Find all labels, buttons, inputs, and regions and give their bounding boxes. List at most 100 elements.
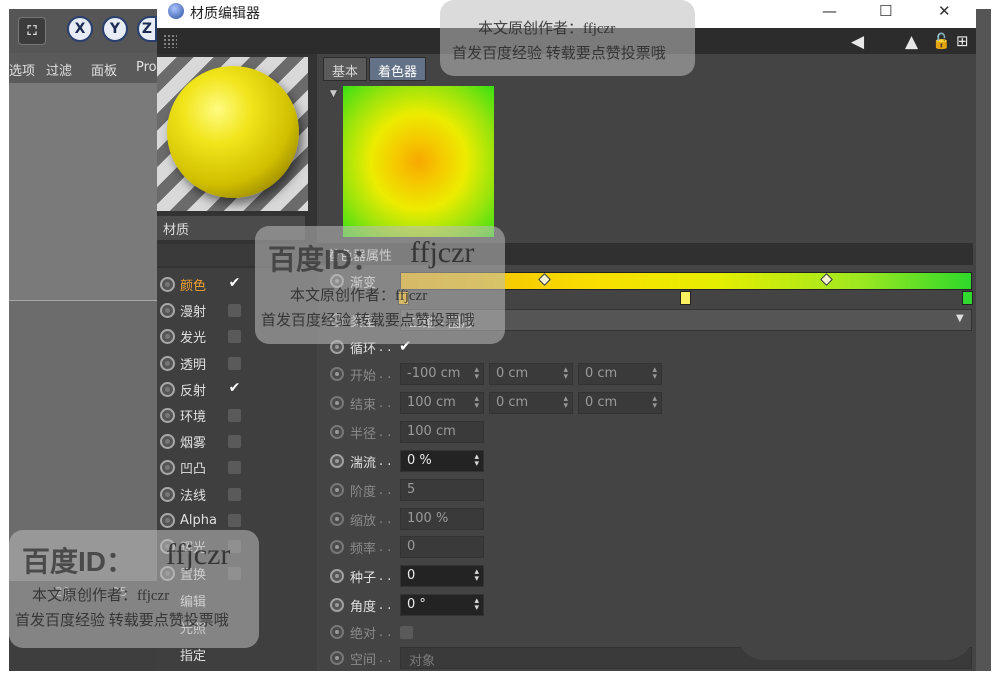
channel-radio[interactable]: [160, 302, 175, 318]
channel-checkbox[interactable]: [228, 409, 241, 422]
channel-checkbox[interactable]: [228, 461, 241, 474]
channel-radio[interactable]: [160, 433, 175, 449]
gradient-knot-green[interactable]: [962, 291, 973, 305]
channel-checkbox[interactable]: [228, 330, 241, 343]
y-axis-button[interactable]: Y: [102, 16, 128, 42]
end-x-field[interactable]: 100 cm ▴ ▾: [400, 392, 484, 414]
spinner-icon[interactable]: ▴ ▾: [474, 568, 479, 584]
watermark-promo-line: 首发百度经验 转载要点赞投票哦: [261, 313, 475, 329]
field-value: 5: [407, 482, 416, 497]
spinner-icon[interactable]: ▴ ▾: [474, 395, 479, 411]
channel-radio[interactable]: [160, 355, 175, 371]
spinner-icon[interactable]: ▴ ▾: [474, 366, 479, 382]
channel-radio[interactable]: [160, 407, 175, 423]
grip-icon[interactable]: [163, 34, 177, 48]
absolute-checkbox[interactable]: [400, 626, 413, 639]
menu-options[interactable]: 选项: [9, 60, 35, 79]
angle-field[interactable]: 0 ° ▴ ▾: [400, 594, 484, 616]
tab-basic[interactable]: 基本: [323, 57, 368, 81]
watermark-promo-line: 首发百度经验 转载要点赞投票哦: [15, 613, 229, 629]
menu-pro[interactable]: Pro: [136, 60, 157, 75]
spinner-icon[interactable]: ▴ ▾: [474, 453, 479, 469]
frequency-label: 频率: [350, 541, 377, 557]
animate-radio[interactable]: [330, 540, 344, 554]
spinner-icon[interactable]: ▴ ▾: [652, 395, 657, 411]
channel-label: 反射: [180, 383, 207, 399]
animate-radio[interactable]: [330, 396, 344, 410]
start-x-field[interactable]: -100 cm ▴ ▾: [400, 363, 484, 385]
seed-field[interactable]: 0 ▴ ▾: [400, 565, 484, 587]
minimize-button[interactable]: —: [822, 2, 837, 20]
menu-panel[interactable]: 面板: [91, 60, 117, 79]
animate-radio[interactable]: [330, 625, 344, 639]
animate-radio[interactable]: [330, 598, 344, 612]
channel-radio[interactable]: [160, 328, 175, 344]
animate-radio[interactable]: [330, 512, 344, 526]
field-value: 0 cm: [496, 366, 529, 381]
z-axis-button[interactable]: Z: [137, 16, 157, 42]
collapse-triangle-icon[interactable]: ▼: [330, 89, 337, 99]
channel-checkbox[interactable]: [228, 435, 241, 448]
close-button[interactable]: ✕: [938, 2, 951, 20]
animate-radio[interactable]: [330, 651, 344, 665]
channel-checkbox[interactable]: [228, 514, 241, 527]
animate-radio[interactable]: [330, 425, 344, 439]
spinner-icon[interactable]: ▴ ▾: [563, 366, 568, 382]
field-value: 100 cm: [407, 395, 456, 410]
channel-checkbox[interactable]: [228, 488, 241, 501]
maximize-button[interactable]: ☐: [879, 2, 892, 20]
frequency-field[interactable]: 0: [400, 536, 484, 558]
blank-overlay: [735, 565, 975, 660]
animate-radio[interactable]: [330, 483, 344, 497]
label-dots: . .: [379, 366, 392, 382]
start-row: 开始 . .: [330, 363, 391, 385]
octaves-row: 阶度 . .: [330, 479, 391, 501]
end-z-field[interactable]: 0 cm ▴ ▾: [578, 392, 662, 414]
space-row: 空间 . .: [330, 647, 391, 669]
animate-radio[interactable]: [330, 569, 344, 583]
preview-sphere: [167, 66, 299, 198]
channel-radio[interactable]: [160, 276, 175, 292]
animate-radio[interactable]: [330, 367, 344, 381]
channel-radio[interactable]: [160, 512, 175, 528]
start-z-field[interactable]: 0 cm ▴ ▾: [578, 363, 662, 385]
watermark-author-line: 本文原创作者：ffjczr: [32, 588, 170, 604]
chevron-down-icon[interactable]: ▼: [956, 313, 964, 324]
channel-checkbox[interactable]: [228, 357, 241, 370]
tab-shader[interactable]: 着色器: [369, 57, 427, 81]
channel-radio[interactable]: [160, 486, 175, 502]
scale-field[interactable]: 100 %: [400, 508, 484, 530]
back-arrow-icon[interactable]: ◀: [851, 32, 864, 52]
end-label: 结束: [350, 397, 377, 413]
end-y-field[interactable]: 0 cm ▴ ▾: [489, 392, 573, 414]
spinner-icon[interactable]: ▴ ▾: [474, 597, 479, 613]
channel-radio[interactable]: [160, 381, 175, 397]
channel-checkbox[interactable]: [228, 304, 241, 317]
channel-radio[interactable]: [160, 459, 175, 475]
turbulence-field[interactable]: 0 % ▴ ▾: [400, 450, 484, 472]
snap-tool-icon[interactable]: ⛶: [18, 17, 46, 45]
animate-radio[interactable]: [330, 454, 344, 468]
lock-icon[interactable]: 🔓: [932, 32, 951, 50]
start-y-field[interactable]: 0 cm ▴ ▾: [489, 363, 573, 385]
label-dots: . .: [379, 624, 392, 640]
seed-row: 种子 . .: [330, 565, 391, 587]
channel-label: 漫射: [180, 304, 207, 320]
shader-preview: [343, 86, 494, 237]
new-window-icon[interactable]: ⊞: [956, 32, 969, 50]
label-dots: . .: [379, 511, 392, 527]
spinner-icon[interactable]: ▴ ▾: [652, 366, 657, 382]
channel-label: 颜色: [180, 278, 207, 294]
pointer-icon[interactable]: ▲: [905, 32, 918, 52]
channel-label: 发光: [180, 330, 207, 346]
channel-checkbox-checked[interactable]: ✔: [228, 276, 241, 290]
gradient-knot-yellow[interactable]: [680, 291, 691, 305]
radius-field[interactable]: 100 cm: [400, 421, 484, 443]
octaves-field[interactable]: 5: [400, 479, 484, 501]
x-axis-button[interactable]: X: [67, 16, 93, 42]
spinner-icon[interactable]: ▴ ▾: [563, 395, 568, 411]
app-icon: [168, 3, 184, 19]
channel-checkbox-checked[interactable]: ✔: [228, 381, 241, 395]
menu-filter[interactable]: 过滤: [46, 60, 72, 79]
field-value: 0: [407, 539, 416, 554]
